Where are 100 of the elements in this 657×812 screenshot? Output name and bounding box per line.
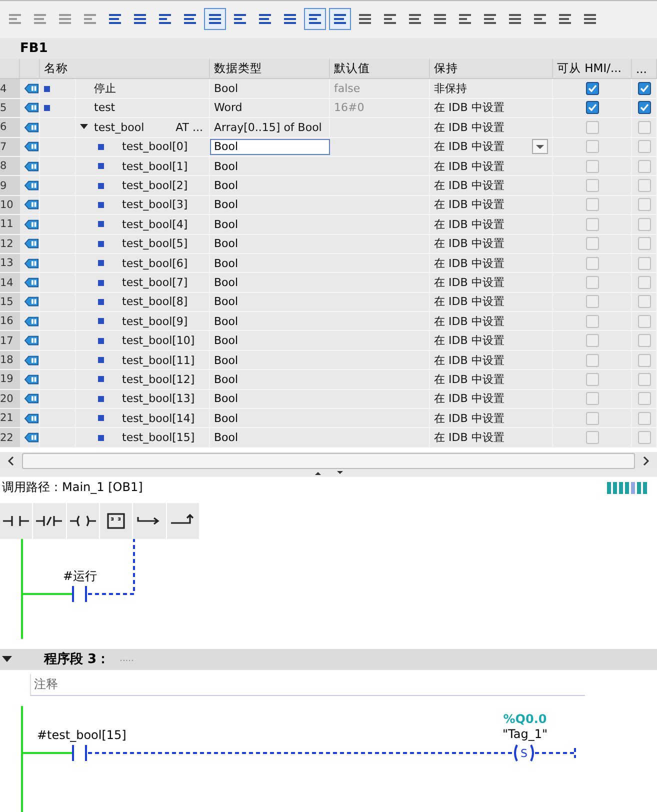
data-type: Bool — [214, 82, 238, 96]
data-type-field[interactable]: Bool — [210, 138, 330, 155]
call-path: 调用路径：Main_1 [OB1] — [2, 479, 143, 496]
column-header[interactable]: 数据类型 — [210, 59, 330, 78]
checkbox[interactable] — [638, 412, 651, 425]
scrollbar-thumb[interactable] — [22, 452, 635, 469]
bullet-icon — [98, 357, 104, 364]
variable-name: test — [94, 101, 116, 114]
retain-value: 在 IDB 中设置 — [434, 391, 504, 406]
row-number: 4 — [0, 82, 7, 95]
variable-tag-icon — [24, 102, 39, 114]
bullet-icon — [44, 104, 50, 111]
wire — [23, 592, 72, 595]
checkbox[interactable] — [586, 82, 598, 96]
checkbox[interactable] — [638, 354, 651, 367]
set-coil[interactable]: S — [514, 744, 534, 762]
contact[interactable] — [72, 745, 87, 762]
checkbox[interactable] — [586, 392, 598, 406]
column-header[interactable]: ... — [632, 59, 657, 78]
row-number: 13 — [0, 257, 14, 270]
variable-name: test_bool — [94, 120, 144, 134]
checkbox[interactable] — [586, 276, 598, 289]
checkbox[interactable] — [638, 101, 651, 114]
column-header[interactable]: 保持 — [430, 59, 553, 78]
checkbox[interactable] — [638, 334, 651, 348]
checkbox[interactable] — [586, 372, 598, 386]
data-type: Bool — [213, 372, 240, 388]
bullet-icon — [98, 376, 104, 382]
checkbox[interactable] — [638, 276, 651, 289]
bullet-icon — [98, 338, 104, 344]
bullet-icon — [98, 202, 104, 208]
checkbox[interactable] — [586, 295, 598, 308]
checkbox[interactable] — [586, 354, 598, 367]
checkbox[interactable] — [638, 198, 651, 212]
checkbox[interactable] — [586, 412, 598, 425]
retain-value: 在 IDB 中设置 — [434, 178, 504, 194]
checkbox[interactable] — [586, 334, 598, 348]
checkbox[interactable] — [638, 392, 651, 406]
checkbox[interactable] — [586, 160, 598, 173]
variable-tag-icon — [24, 258, 39, 269]
row-number: 6 — [0, 121, 7, 134]
checkbox[interactable] — [638, 372, 651, 386]
checkbox[interactable] — [586, 431, 598, 444]
row-number: 17 — [0, 334, 14, 347]
data-type: Bool — [213, 236, 240, 252]
variable-name: test_bool[13] — [122, 392, 195, 406]
variable-tag-icon — [24, 122, 39, 133]
toolbar-button[interactable] — [304, 8, 326, 30]
checkbox[interactable] — [638, 140, 651, 154]
checkbox[interactable] — [638, 431, 651, 444]
bullet-icon — [98, 318, 104, 324]
dashed-wire — [534, 747, 576, 760]
row-number: 10 — [0, 198, 14, 211]
checkbox[interactable] — [638, 160, 651, 173]
checkbox[interactable] — [638, 314, 651, 328]
contact-operand: #test_bool[15] — [37, 728, 126, 742]
checkbox[interactable] — [638, 82, 651, 96]
collapse-arrow-icon[interactable] — [2, 655, 12, 664]
expanded-arrow-icon[interactable] — [80, 123, 88, 132]
row-number: 19 — [0, 373, 14, 386]
row-number: 9 — [0, 180, 7, 192]
checkbox[interactable] — [586, 314, 598, 328]
variable-name: test_bool[2] — [122, 179, 188, 192]
checkbox[interactable] — [586, 140, 598, 154]
variable-tag-icon — [24, 412, 39, 424]
retain-value: 在 IDB 中设置 — [434, 100, 504, 116]
checkbox[interactable] — [638, 179, 651, 192]
default-value: 16#0 — [334, 101, 364, 114]
variable-tag-icon — [24, 199, 39, 210]
checkbox[interactable] — [586, 101, 598, 114]
variable-name: test_bool[5] — [122, 237, 188, 250]
variable-tag-icon — [24, 335, 39, 346]
checkbox[interactable] — [586, 198, 598, 212]
comment-field[interactable]: 注释 — [30, 674, 585, 696]
data-type: Bool — [213, 197, 240, 214]
checkbox[interactable] — [638, 295, 651, 308]
dropdown-icon[interactable] — [532, 139, 548, 154]
variable-name: 停止 — [94, 81, 116, 96]
variable-tag-icon — [24, 141, 39, 152]
palette-button[interactable] — [33, 502, 67, 539]
variable-tag-icon — [24, 354, 39, 366]
checkbox[interactable] — [586, 237, 598, 250]
contact[interactable] — [72, 586, 87, 602]
toolbar-button[interactable] — [204, 8, 226, 30]
palette-button[interactable] — [0, 502, 34, 539]
row-number: 18 — [0, 354, 14, 366]
checkbox[interactable] — [638, 237, 651, 250]
column-header[interactable]: 名称 — [40, 59, 210, 78]
checkbox[interactable] — [586, 218, 598, 231]
column-header[interactable]: 默认值 — [330, 59, 430, 78]
checkbox[interactable] — [638, 256, 651, 270]
checkbox[interactable] — [586, 256, 598, 270]
toolbar-button[interactable] — [329, 8, 351, 30]
checkbox[interactable] — [586, 120, 598, 134]
checkbox[interactable] — [638, 218, 651, 231]
column-header[interactable]: 可从 HMI/... — [553, 59, 632, 78]
checkbox[interactable] — [638, 120, 651, 134]
data-type: Bool — [213, 294, 240, 310]
variable-name: test_bool[3] — [122, 198, 188, 212]
checkbox[interactable] — [586, 179, 598, 192]
